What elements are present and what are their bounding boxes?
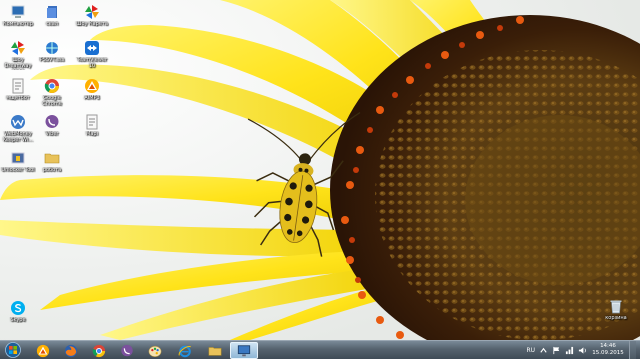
folder-icon	[208, 346, 222, 356]
language-indicator[interactable]: RU	[526, 347, 535, 354]
desktop-icon-recycle-bin[interactable]: корзина	[598, 298, 634, 321]
globe-icon	[46, 42, 58, 54]
desktop-icon-unlocker[interactable]: Unlocker Tool	[0, 150, 36, 173]
file-icon	[47, 6, 57, 18]
ie-icon	[178, 345, 191, 357]
pinwheel-icon	[85, 5, 99, 19]
clock-date: 15.09.2015	[592, 350, 624, 356]
aimp-icon	[36, 344, 50, 357]
chevron-up-icon[interactable]	[539, 346, 548, 355]
viber-icon	[45, 115, 59, 128]
webmoney-icon	[11, 115, 25, 129]
desktop-icon-viber[interactable]: Viber	[34, 114, 70, 137]
desktop-icon-pssvt[interactable]: PSSVT.sss	[34, 40, 70, 63]
desktop-icon-teamviewer[interactable]: TeamViewer 10	[74, 40, 110, 69]
teamviewer-icon	[85, 41, 99, 55]
desktop-icon-seal[interactable]: сеал	[34, 4, 70, 27]
unlocker-icon	[11, 152, 25, 164]
chrome-icon	[44, 79, 59, 93]
chrome-icon	[92, 344, 106, 357]
taskbar-viber-button[interactable]	[114, 342, 140, 359]
taskbar-explorer-button[interactable]	[202, 342, 228, 359]
taskbar-chrome-button[interactable]	[86, 342, 112, 359]
clock-time: 14:46	[600, 343, 616, 349]
show-desktop-button[interactable]	[629, 341, 636, 359]
pinwheel-icon	[11, 41, 25, 55]
taskbar-internet-explorer-button[interactable]	[172, 342, 198, 359]
windows-orb-icon	[5, 342, 21, 358]
desktop-icon-mari[interactable]: Марі	[74, 114, 110, 137]
desktop-icon-google-chrome[interactable]: Google Chrome	[34, 78, 70, 107]
document-icon	[12, 78, 24, 94]
desktop-icon-robota[interactable]: робота	[34, 150, 70, 173]
skype-icon	[11, 301, 25, 315]
desktop-icon-computer[interactable]: Компьютер	[0, 4, 36, 27]
monitor-icon	[237, 344, 251, 356]
folder-icon	[44, 153, 60, 164]
clock[interactable]: 14:46 15.09.2015	[591, 343, 625, 357]
desktop-icon-skype[interactable]: Skype	[0, 300, 36, 323]
paint-icon	[148, 345, 162, 357]
firefox-icon	[64, 344, 78, 357]
document-icon	[86, 114, 98, 130]
flag-icon[interactable]	[552, 346, 561, 355]
recycle-bin-icon	[610, 300, 622, 314]
volume-icon[interactable]	[578, 346, 587, 355]
taskbar: RU 14:46 15.09.2015	[0, 340, 640, 359]
viber-icon	[121, 344, 133, 356]
desktop-icon-aimp3[interactable]: АІМР3	[74, 78, 110, 101]
network-icon[interactable]	[565, 346, 574, 355]
taskbar-paint-button[interactable]	[142, 342, 168, 359]
start-button[interactable]	[3, 341, 23, 359]
computer-icon	[11, 5, 25, 18]
taskbar-aimp-button[interactable]	[30, 342, 56, 359]
desktop-icon-doc[interactable]: мщятбот	[0, 78, 36, 101]
system-tray: RU 14:46 15.09.2015	[526, 341, 636, 359]
desktop[interactable]: Компьютер сеал Шоу Карета Шоу Dreamway 2…	[0, 0, 640, 340]
desktop-icon-show-kareta[interactable]: Шоу Карета	[74, 4, 110, 27]
desktop-icon-webmoney[interactable]: WebMoney Keeper Wi...	[0, 114, 36, 143]
taskbar-remote-desktop-button[interactable]	[230, 342, 258, 359]
desktop-icon-show-dreamway[interactable]: Шоу Dreamway 2016	[0, 40, 36, 70]
aimp-icon	[85, 79, 99, 93]
taskbar-firefox-button[interactable]	[58, 342, 84, 359]
